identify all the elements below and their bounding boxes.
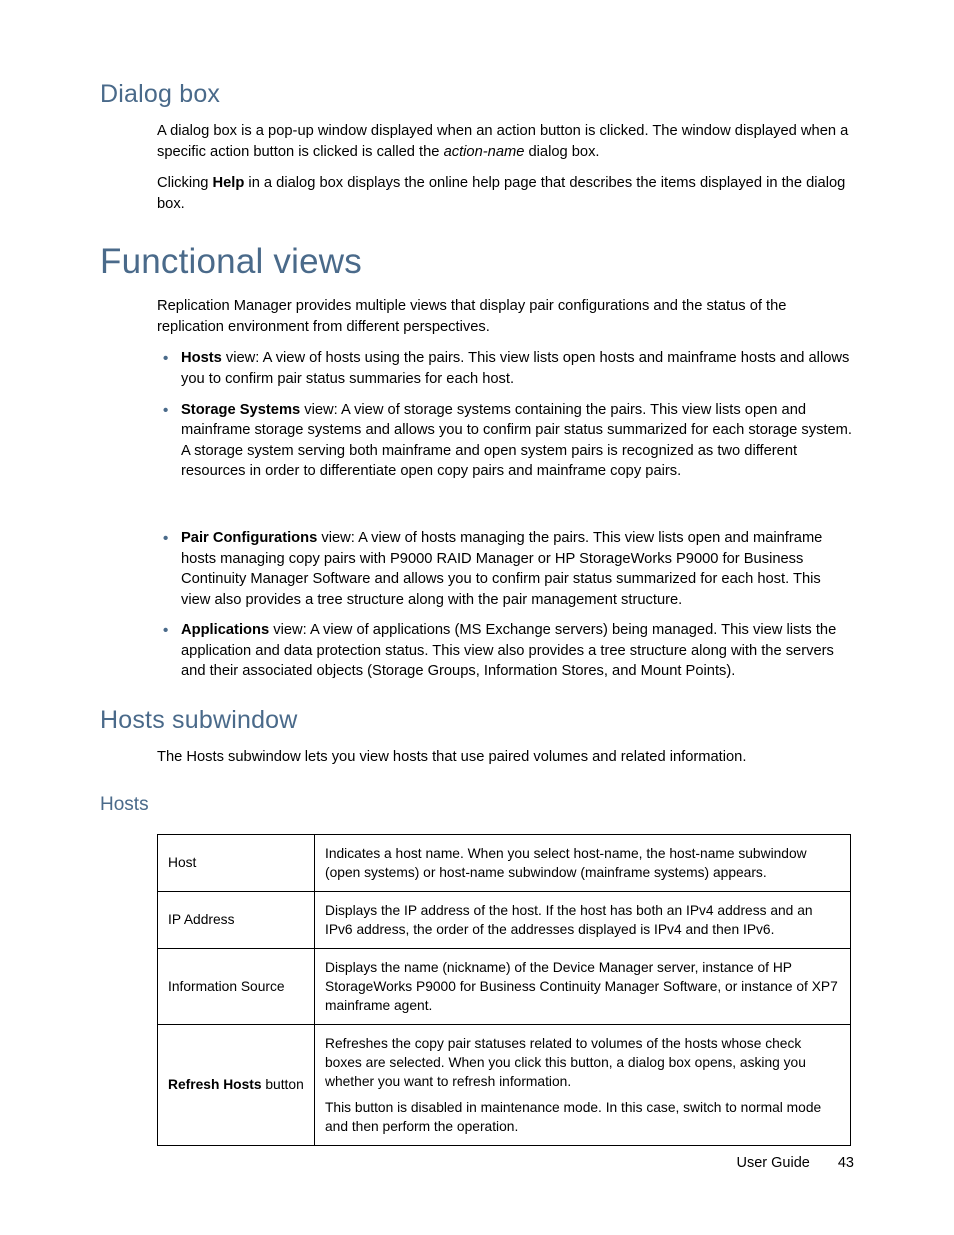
cell-label: Refresh Hosts button bbox=[158, 1024, 315, 1145]
text: dialog box. bbox=[524, 144, 599, 160]
cell-p2: This button is disabled in maintenance m… bbox=[325, 1098, 840, 1136]
heading-dialog-box: Dialog box bbox=[100, 80, 854, 109]
list-item: Applications view: A view of application… bbox=[157, 620, 854, 682]
table-row: Refresh Hosts button Refreshes the copy … bbox=[158, 1024, 851, 1145]
cell-desc: Displays the IP address of the host. If … bbox=[315, 891, 851, 948]
cell-desc: Refreshes the copy pair statuses related… bbox=[315, 1024, 851, 1145]
cell-label: Host bbox=[158, 834, 315, 891]
footer-page: 43 bbox=[838, 1155, 854, 1171]
functional-views-list-2: Pair Configurations view: A view of host… bbox=[157, 528, 854, 682]
label-bold: Refresh Hosts bbox=[168, 1077, 262, 1092]
bullet-label: Applications bbox=[181, 622, 269, 638]
heading-hosts-subwindow: Hosts subwindow bbox=[100, 706, 854, 735]
table-row: Information Source Displays the name (ni… bbox=[158, 948, 851, 1024]
label-rest: button bbox=[262, 1077, 304, 1092]
bullet-label: Pair Configurations bbox=[181, 530, 317, 546]
functional-views-body: Replication Manager provides multiple vi… bbox=[157, 296, 854, 682]
text: in a dialog box displays the online help… bbox=[157, 175, 845, 212]
footer-doc: User Guide bbox=[737, 1155, 810, 1171]
table-row: Host Indicates a host name. When you sel… bbox=[158, 834, 851, 891]
italic-term: action-name bbox=[444, 144, 525, 160]
cell-label: Information Source bbox=[158, 948, 315, 1024]
functional-views-list: Hosts view: A view of hosts using the pa… bbox=[157, 348, 854, 481]
functional-views-intro: Replication Manager provides multiple vi… bbox=[157, 296, 854, 337]
cell-desc: Displays the name (nickname) of the Devi… bbox=[315, 948, 851, 1024]
bullet-label: Hosts bbox=[181, 350, 222, 366]
list-item: Pair Configurations view: A view of host… bbox=[157, 528, 854, 610]
bullet-label: Storage Systems bbox=[181, 402, 300, 418]
cell-label: IP Address bbox=[158, 891, 315, 948]
heading-hosts-table: Hosts bbox=[100, 794, 854, 816]
dialog-box-body: A dialog box is a pop-up window displaye… bbox=[157, 121, 854, 214]
bullet-text: view: A view of applications (MS Exchang… bbox=[181, 622, 836, 679]
dialog-box-p2: Clicking Help in a dialog box displays t… bbox=[157, 173, 854, 214]
hosts-subwindow-body: The Hosts subwindow lets you view hosts … bbox=[157, 747, 854, 768]
cell-desc: Indicates a host name. When you select h… bbox=[315, 834, 851, 891]
bullet-text: view: A view of hosts using the pairs. T… bbox=[181, 350, 849, 387]
cell-p1: Refreshes the copy pair statuses related… bbox=[325, 1034, 840, 1091]
page-footer: User Guide 43 bbox=[737, 1155, 854, 1171]
heading-functional-views: Functional views bbox=[100, 242, 854, 282]
text: Clicking bbox=[157, 175, 213, 191]
hosts-table: Host Indicates a host name. When you sel… bbox=[157, 834, 851, 1146]
dialog-box-p1: A dialog box is a pop-up window displaye… bbox=[157, 121, 854, 162]
list-item: Hosts view: A view of hosts using the pa… bbox=[157, 348, 854, 389]
bold-term: Help bbox=[213, 175, 245, 191]
list-item: Storage Systems view: A view of storage … bbox=[157, 400, 854, 482]
table-row: IP Address Displays the IP address of th… bbox=[158, 891, 851, 948]
hosts-subwindow-intro: The Hosts subwindow lets you view hosts … bbox=[157, 747, 854, 768]
